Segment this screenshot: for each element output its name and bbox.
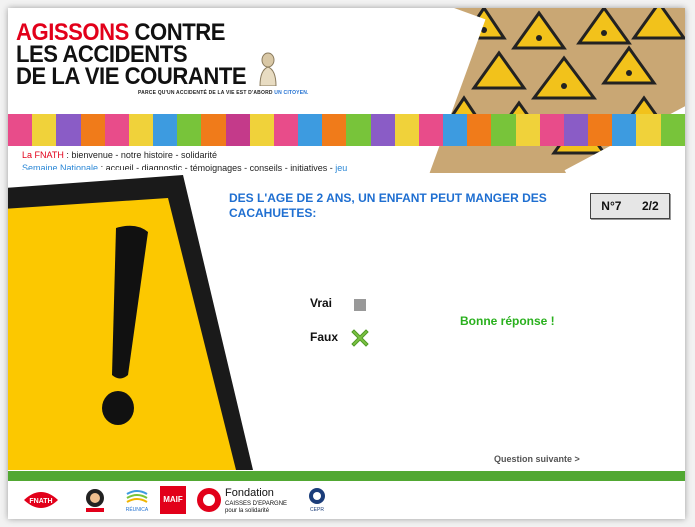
question-counter: N°7 2/2 bbox=[590, 193, 670, 219]
mascot-logo[interactable] bbox=[80, 486, 110, 514]
cepr-logo[interactable]: CEPR bbox=[306, 486, 328, 514]
warning-triangle-icon bbox=[8, 170, 258, 470]
svg-text:FNATH: FNATH bbox=[29, 498, 52, 505]
question-progress: 2/2 bbox=[642, 199, 659, 213]
tagline-text: PARCE QU'UN ACCIDENTÉ DE LA VIE EST D'AB… bbox=[138, 90, 273, 96]
nav-item-jeu[interactable]: jeu bbox=[335, 163, 347, 173]
nav-item-notre-histoire[interactable]: notre histoire bbox=[121, 150, 173, 160]
portrait-strip bbox=[8, 114, 685, 146]
nav-row-fnath: La FNATH : bienvenue - notre histoire - … bbox=[22, 150, 217, 160]
nav-item-initiatives[interactable]: initiatives bbox=[290, 163, 327, 173]
tagline-highlight: UN CITOYEN. bbox=[274, 90, 309, 96]
nav-item-solidarite[interactable]: solidarité bbox=[181, 150, 217, 160]
svg-text:pour la solidarité: pour la solidarité bbox=[225, 508, 270, 514]
answer-vrai-button[interactable]: Vrai bbox=[310, 296, 332, 310]
quiz-window: AGISSONS CONTRE LES ACCIDENTS DE LA VIE … bbox=[8, 8, 685, 519]
campaign-title: AGISSONS CONTRE LES ACCIDENTS DE LA VIE … bbox=[16, 21, 247, 90]
svg-text:RÉUNICA: RÉUNICA bbox=[126, 506, 149, 513]
marianne-bust-icon bbox=[259, 52, 277, 86]
svg-text:MAIF: MAIF bbox=[163, 495, 183, 504]
answer-faux-button[interactable]: Faux bbox=[310, 330, 338, 344]
tagline: PARCE QU'UN ACCIDENTÉ DE LA VIE EST D'AB… bbox=[138, 90, 309, 96]
svg-text:Fondation: Fondation bbox=[225, 487, 274, 499]
title-line3: DE LA VIE COURANTE bbox=[16, 63, 247, 90]
footer-divider bbox=[8, 471, 685, 481]
nav-item-bienvenue[interactable]: bienvenue bbox=[71, 150, 113, 160]
fnath-logo[interactable]: FNATH bbox=[20, 486, 62, 514]
fondation-caisses-epargne-logo[interactable]: Fondation CAISSES D'EPARGNE pour la soli… bbox=[196, 486, 296, 514]
question-text: DES L'AGE DE 2 ANS, UN ENFANT PEUT MANGE… bbox=[229, 191, 547, 220]
maif-logo[interactable]: MAIF bbox=[160, 486, 186, 514]
svg-text:CEPR: CEPR bbox=[310, 507, 324, 513]
green-x-icon[interactable] bbox=[348, 326, 372, 350]
next-question-link[interactable]: Question suivante > bbox=[494, 454, 580, 464]
question-number: N°7 bbox=[601, 199, 622, 213]
header: AGISSONS CONTRE LES ACCIDENTS DE LA VIE … bbox=[8, 8, 685, 173]
gray-square-icon[interactable] bbox=[354, 299, 366, 311]
partner-logos: FNATH RÉUNICA MAIF Fondation CAISSES D'E… bbox=[8, 482, 685, 519]
feedback-message: Bonne réponse ! bbox=[460, 314, 555, 328]
svg-text:CAISSES D'EPARGNE: CAISSES D'EPARGNE bbox=[225, 501, 287, 507]
nav-label-fnath[interactable]: La FNATH bbox=[22, 150, 64, 160]
warning-signs-collage bbox=[404, 8, 685, 173]
reunica-logo[interactable]: RÉUNICA bbox=[124, 486, 150, 514]
